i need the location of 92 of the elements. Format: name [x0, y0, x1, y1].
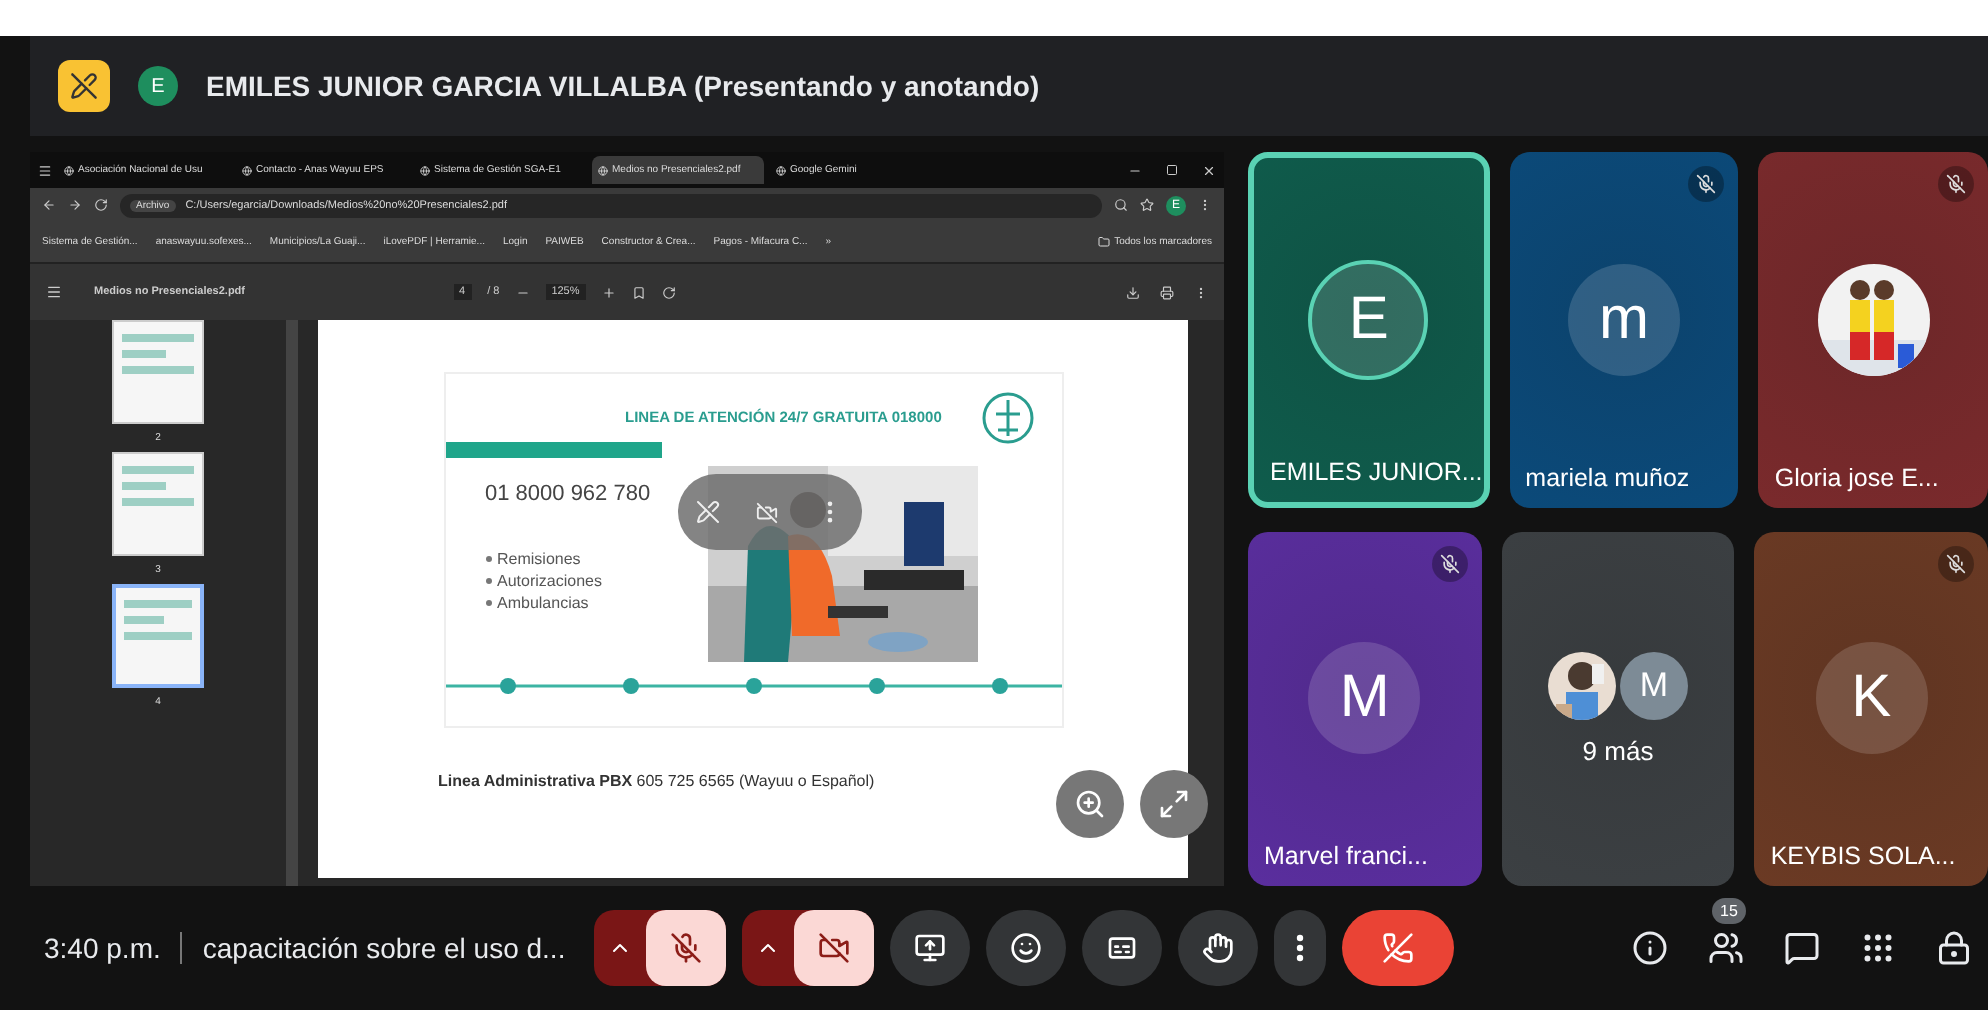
- avatar: E: [138, 66, 178, 106]
- camera-off-icon: [817, 932, 850, 964]
- bookmark-icon[interactable]: [631, 285, 646, 299]
- pen-off-icon: [70, 72, 98, 100]
- participant-name: mariela muñoz: [1525, 463, 1690, 491]
- people-count: 15: [1712, 898, 1746, 924]
- fullscreen-button[interactable]: [1140, 770, 1208, 838]
- phone-icon: [1381, 932, 1414, 964]
- bullet-item: Autorizaciones: [497, 572, 602, 590]
- presentation-button[interactable]: [58, 60, 110, 112]
- presenter-title: EMILES JUNIOR GARCIA VILLALBA (Presentando y anotando): [206, 70, 1040, 102]
- participant-tile[interactable]: K KEYBIS SOLA...: [1754, 531, 1988, 886]
- download-icon[interactable]: [1126, 285, 1140, 299]
- mic-off-icon: [669, 932, 702, 964]
- participant-name: Marvel franci...: [1264, 842, 1428, 870]
- page-thumbnail[interactable]: [112, 584, 204, 688]
- participant-name: Gloria jose E...: [1774, 463, 1939, 491]
- grid-icon: [1860, 930, 1896, 966]
- meeting-title: capacitación sobre el uso d...: [202, 932, 566, 964]
- participant-tile[interactable]: Gloria jose E...: [1758, 152, 1988, 507]
- smiley-icon: [1009, 932, 1042, 964]
- end-call-button[interactable]: [1341, 910, 1454, 986]
- mic-off-icon: [1696, 174, 1717, 194]
- avatar: M: [1308, 642, 1421, 755]
- avatar: m: [1568, 263, 1680, 376]
- participant-name: EMILES JUNIOR...: [1270, 457, 1483, 485]
- globe-icon: [242, 165, 252, 175]
- avatar: M: [1620, 651, 1688, 720]
- search-icon[interactable]: [1114, 198, 1128, 212]
- present-icon: [913, 932, 946, 964]
- forward-icon[interactable]: [68, 198, 82, 212]
- microphone-button[interactable]: [645, 910, 726, 986]
- captions-button[interactable]: [1081, 910, 1162, 986]
- pen-off-icon[interactable]: [696, 500, 721, 524]
- back-icon[interactable]: [42, 198, 56, 212]
- clock: 3:40 p.m.: [44, 932, 161, 964]
- page-thumbnail[interactable]: [112, 452, 204, 556]
- tab-menu-icon[interactable]: [38, 163, 52, 177]
- globe-icon: [598, 165, 608, 175]
- print-icon[interactable]: [1160, 285, 1174, 299]
- folder-icon: [1098, 236, 1111, 248]
- more-icon: [1295, 934, 1304, 962]
- lock-icon: [1936, 930, 1972, 966]
- participant-name: KEYBIS SOLA...: [1770, 842, 1956, 870]
- more-participants: 9 más: [1582, 735, 1654, 766]
- mic-off-icon: [1946, 553, 1967, 573]
- bullet-item: Remisiones: [497, 550, 581, 568]
- participant-tile[interactable]: m mariela muñoz: [1509, 152, 1739, 507]
- camera-off-icon[interactable]: [756, 501, 779, 523]
- avatar: E: [1308, 259, 1429, 380]
- participant-tile[interactable]: M 9 más: [1501, 531, 1735, 886]
- mic-off-icon: [1439, 553, 1460, 573]
- activities-button[interactable]: [1860, 930, 1896, 966]
- zoom-button[interactable]: [1056, 770, 1124, 838]
- menu-icon[interactable]: [1194, 285, 1208, 299]
- star-icon[interactable]: [1140, 198, 1154, 212]
- captions-icon: [1105, 932, 1138, 964]
- present-button[interactable]: [889, 910, 970, 986]
- page-thumbnail[interactable]: [112, 320, 204, 424]
- globe-icon: [776, 165, 786, 175]
- close-icon[interactable]: [1202, 163, 1216, 177]
- chat-icon: [1784, 930, 1820, 966]
- bullet-icon: [485, 578, 491, 584]
- bullet-icon: [485, 600, 491, 606]
- participant-tile[interactable]: E EMILES JUNIOR...: [1248, 152, 1490, 507]
- bullet-icon: [485, 556, 491, 562]
- zoom-in-icon: [1074, 788, 1106, 820]
- mic-off-icon: [1946, 174, 1967, 194]
- phone-number: 01 8000 962 780: [485, 482, 653, 506]
- maximize-icon[interactable]: [1166, 163, 1178, 175]
- more-button[interactable]: [1273, 910, 1326, 986]
- rotate-icon[interactable]: [661, 285, 676, 299]
- globe-icon: [420, 165, 430, 175]
- bullet-item: Ambulancias: [497, 594, 589, 612]
- participant-tile[interactable]: M Marvel franci...: [1248, 531, 1482, 886]
- expand-icon: [1158, 788, 1190, 820]
- hand-icon: [1201, 932, 1234, 964]
- info-icon: [1632, 930, 1668, 966]
- camera-button[interactable]: [793, 910, 874, 986]
- host-controls-button[interactable]: [1936, 930, 1972, 966]
- zoom-in-icon[interactable]: [601, 285, 616, 299]
- info-button[interactable]: [1632, 930, 1668, 966]
- menu-icon[interactable]: [46, 284, 62, 300]
- footer-text: Linea Administrativa PBX 605 725 6565 (Wayuu o Español): [438, 772, 875, 790]
- reload-icon[interactable]: [94, 198, 108, 212]
- emoji-button[interactable]: [985, 910, 1066, 986]
- globe-icon: [64, 165, 74, 175]
- people-icon: [1708, 930, 1744, 966]
- raise-hand-button[interactable]: [1177, 910, 1258, 986]
- avatar: K: [1815, 642, 1928, 755]
- chat-button[interactable]: [1784, 930, 1820, 966]
- menu-icon[interactable]: [1198, 198, 1212, 212]
